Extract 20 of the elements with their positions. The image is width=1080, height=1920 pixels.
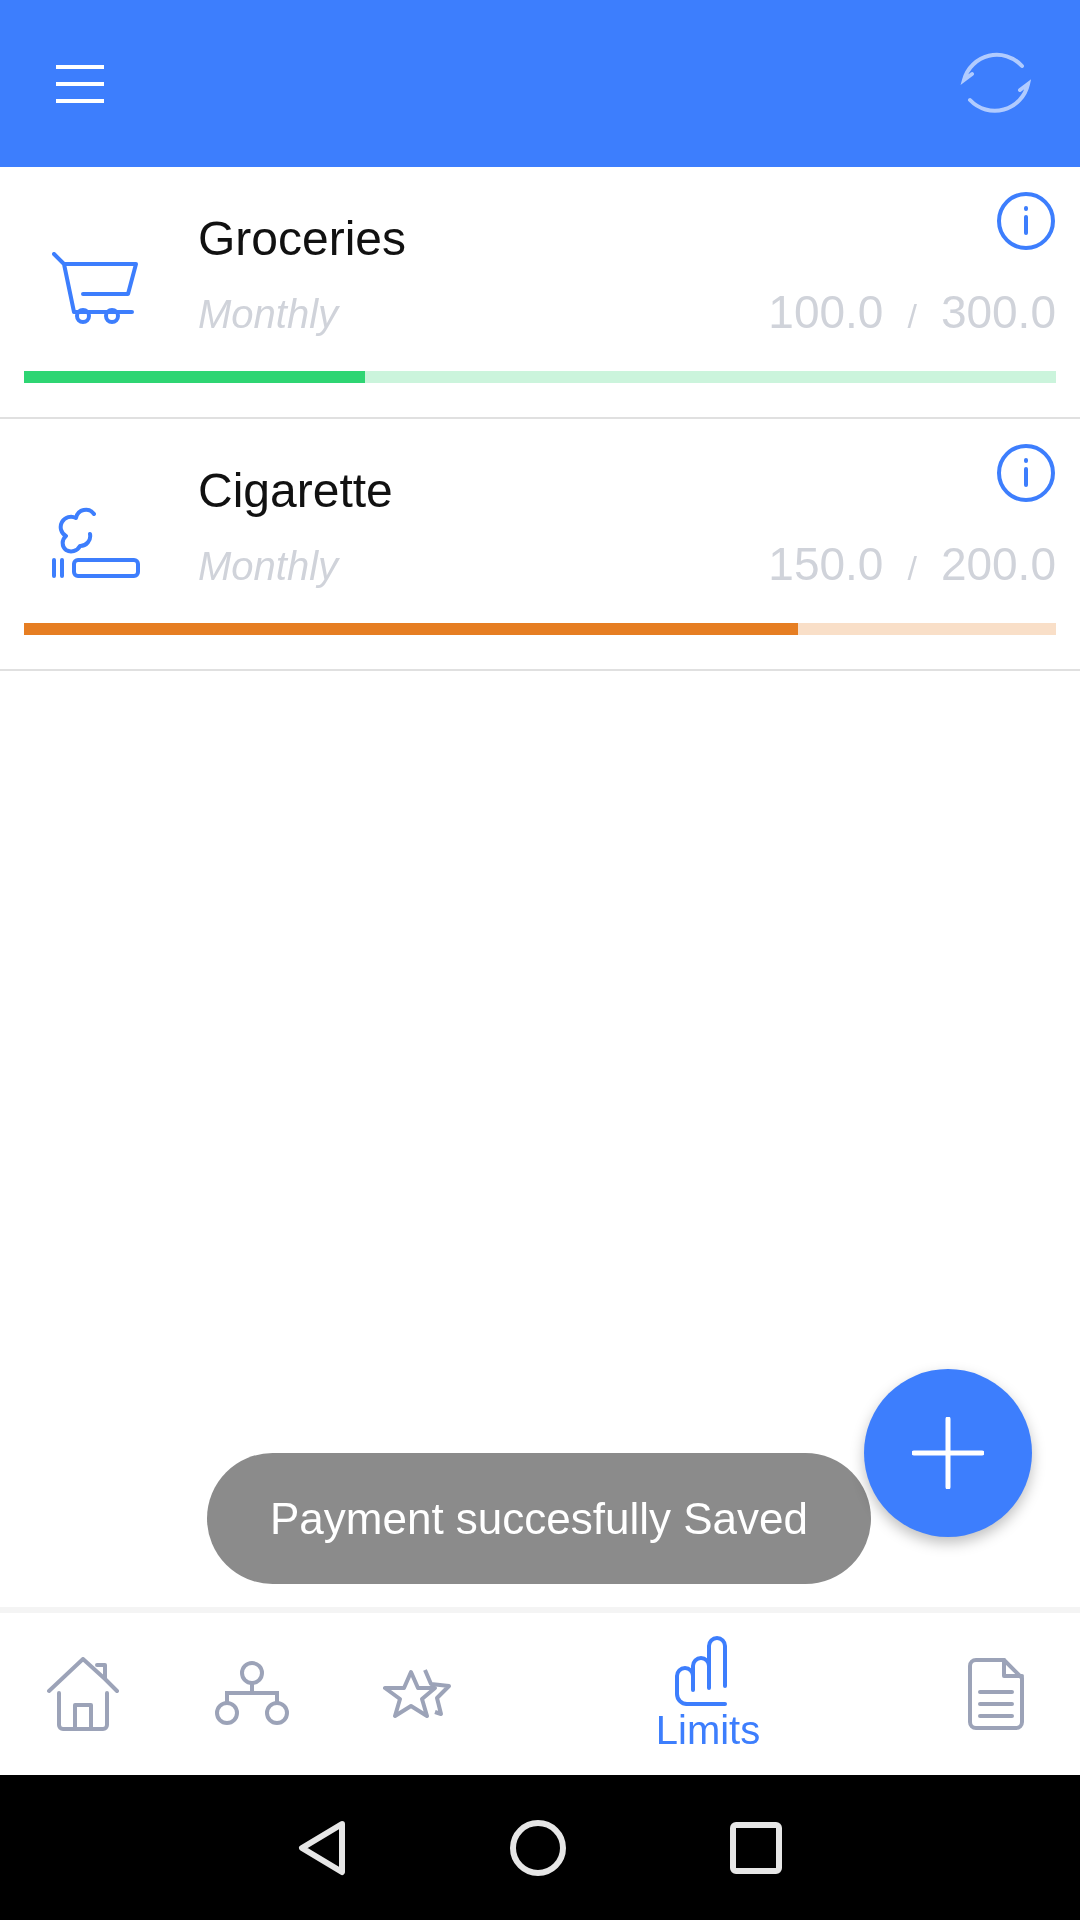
document-icon (968, 1658, 1024, 1730)
recents-icon[interactable] (730, 1821, 783, 1874)
nav-tab[interactable] (968, 1658, 1024, 1730)
limit-title: Groceries (198, 211, 407, 266)
separator: / (907, 549, 917, 588)
menu-icon[interactable] (56, 64, 104, 103)
limit-title: Cigarette (198, 463, 393, 518)
info-icon[interactable] (996, 191, 1056, 251)
nav-tab[interactable] (47, 1657, 121, 1731)
info-icon[interactable] (996, 443, 1056, 503)
back-icon[interactable] (297, 1819, 346, 1876)
toast-message: Payment succesfully Saved (207, 1453, 871, 1584)
cart-icon (52, 252, 140, 324)
hierarchy-icon (215, 1661, 289, 1727)
nav-tab[interactable] (215, 1661, 289, 1727)
home-button-icon[interactable] (509, 1818, 567, 1877)
limits-tab[interactable]: Limits (655, 1636, 761, 1752)
plus-icon (912, 1417, 984, 1489)
home-icon (47, 1657, 121, 1731)
separator: / (907, 297, 917, 336)
